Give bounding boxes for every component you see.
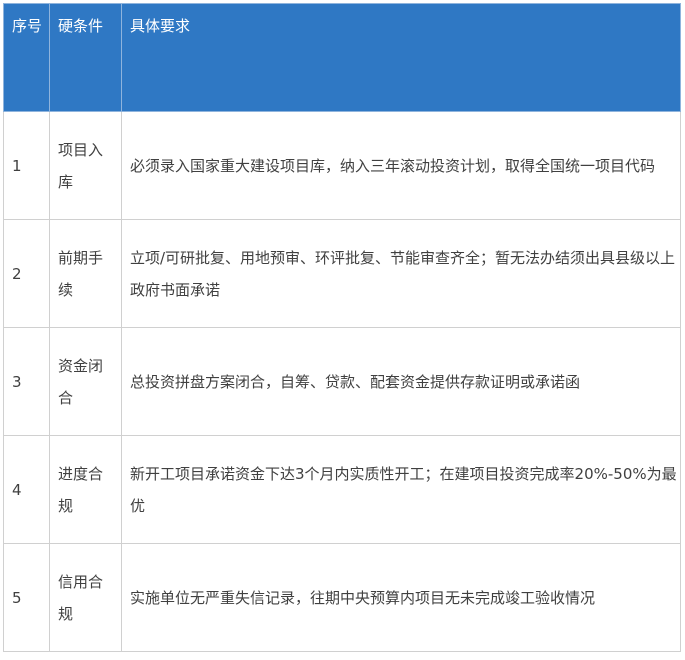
row-requirement: 立项/可研批复、用地预审、环评批复、节能审查齐全；暂无法办结须出具县级以上政府书… (121, 219, 681, 328)
header-requirement: 具体要求 (121, 3, 681, 112)
row-condition: 前期手续 (49, 219, 122, 328)
table-header: 序号 硬条件 具体要求 (3, 3, 681, 112)
table-row: 3 资金闭合 总投资拼盘方案闭合，自筹、贷款、配套资金提供存款证明或承诺函 (3, 327, 681, 436)
header-condition: 硬条件 (49, 3, 122, 112)
table-body: 1 项目入库 必须录入国家重大建设项目库，纳入三年滚动投资计划，取得全国统一项目… (3, 111, 681, 652)
header-row: 序号 硬条件 具体要求 (3, 3, 681, 112)
table-row: 5 信用合规 实施单位无严重失信记录，往期中央预算内项目无未完成竣工验收情况 (3, 543, 681, 652)
row-condition: 项目入库 (49, 111, 122, 220)
requirements-table: 序号 硬条件 具体要求 1 项目入库 必须录入国家重大建设项目库，纳入三年滚动投… (3, 3, 681, 652)
table-row: 2 前期手续 立项/可研批复、用地预审、环评批复、节能审查齐全；暂无法办结须出具… (3, 219, 681, 328)
row-requirement: 总投资拼盘方案闭合，自筹、贷款、配套资金提供存款证明或承诺函 (121, 327, 681, 436)
row-index: 2 (3, 219, 50, 328)
row-requirement: 实施单位无严重失信记录，往期中央预算内项目无未完成竣工验收情况 (121, 543, 681, 652)
row-requirement: 必须录入国家重大建设项目库，纳入三年滚动投资计划，取得全国统一项目代码 (121, 111, 681, 220)
row-condition: 进度合规 (49, 435, 122, 544)
row-index: 3 (3, 327, 50, 436)
header-index: 序号 (3, 3, 50, 112)
row-condition: 信用合规 (49, 543, 122, 652)
row-requirement: 新开工项目承诺资金下达3个月内实质性开工；在建项目投资完成率20%-50%为最优 (121, 435, 681, 544)
table-row: 1 项目入库 必须录入国家重大建设项目库，纳入三年滚动投资计划，取得全国统一项目… (3, 111, 681, 220)
row-condition: 资金闭合 (49, 327, 122, 436)
row-index: 5 (3, 543, 50, 652)
row-index: 4 (3, 435, 50, 544)
table-row: 4 进度合规 新开工项目承诺资金下达3个月内实质性开工；在建项目投资完成率20%… (3, 435, 681, 544)
row-index: 1 (3, 111, 50, 220)
